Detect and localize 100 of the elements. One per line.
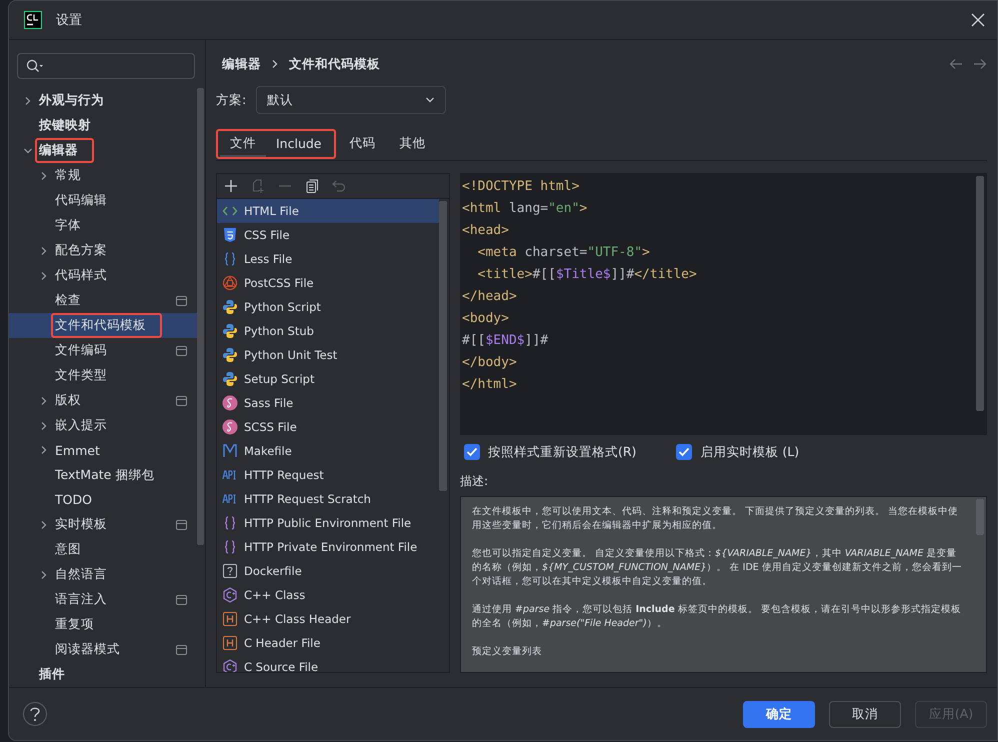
- scrollbar[interactable]: [197, 88, 204, 545]
- forward-arrow-icon[interactable]: [973, 58, 987, 70]
- sass-icon: [222, 419, 238, 435]
- template-item[interactable]: HTTP Private Environment File: [217, 535, 439, 559]
- tab[interactable]: 其他: [390, 131, 436, 157]
- template-item[interactable]: Python Unit Test: [217, 343, 439, 367]
- back-arrow-icon[interactable]: [949, 58, 963, 70]
- template-item[interactable]: Python Script: [217, 295, 439, 319]
- chevron-down-icon[interactable]: [23, 146, 33, 156]
- help-icon: [29, 706, 41, 722]
- template-item[interactable]: HTTP Public Environment File: [217, 511, 439, 535]
- checkbox[interactable]: [676, 444, 692, 460]
- tree-label: TextMate 捆绑包: [54, 466, 156, 484]
- scheme-dropdown[interactable]: 默认: [256, 86, 446, 114]
- chevron-right-icon[interactable]: [39, 246, 49, 256]
- tree-label: 嵌入提示: [54, 416, 108, 434]
- tree-label: 自然语言: [54, 565, 108, 583]
- tree-label: 配色方案: [54, 241, 108, 259]
- tree-item[interactable]: 外观与行为: [9, 88, 197, 113]
- tree-item[interactable]: 文件类型: [9, 363, 197, 388]
- tree-item[interactable]: 重复项: [9, 612, 197, 637]
- tree-label: TODO: [54, 491, 93, 510]
- tree-item[interactable]: 编辑器: [9, 138, 197, 163]
- chevron-right-icon[interactable]: [39, 420, 49, 430]
- scrollbar[interactable]: [439, 201, 447, 491]
- chevron-right-icon[interactable]: [39, 396, 49, 406]
- add-icon[interactable]: [223, 178, 239, 194]
- chevron-right-icon[interactable]: [39, 270, 49, 280]
- sass-icon: [222, 395, 238, 411]
- template-item[interactable]: Less File: [217, 247, 439, 271]
- tree-label: Emmet: [54, 442, 101, 460]
- tab[interactable]: 文件: [220, 131, 266, 157]
- close-icon[interactable]: [971, 13, 985, 27]
- tree-item[interactable]: 自然语言: [9, 562, 197, 587]
- tree-item[interactable]: 语言注入: [9, 587, 197, 612]
- tree-item[interactable]: 文件编码: [9, 338, 197, 363]
- tree-item[interactable]: 阅读器模式: [9, 637, 197, 662]
- tab[interactable]: Include: [266, 131, 332, 157]
- tree-item[interactable]: 常规: [9, 163, 197, 188]
- template-item[interactable]: Python Stub: [217, 319, 439, 343]
- template-item[interactable]: PostCSS File: [217, 271, 439, 295]
- scrollbar[interactable]: [976, 176, 984, 411]
- tree-item[interactable]: TextMate 捆绑包: [9, 462, 197, 488]
- template-item[interactable]: C Header File: [217, 631, 439, 655]
- description-paragraph: 预定义变量列表: [472, 645, 543, 659]
- template-item[interactable]: C Source File: [217, 655, 439, 672]
- tree-item[interactable]: Emmet: [9, 438, 197, 462]
- tree-item[interactable]: 嵌入提示: [9, 413, 197, 438]
- chevron-right-icon[interactable]: [39, 570, 49, 580]
- chevron-right-icon[interactable]: [23, 96, 33, 106]
- breadcrumb-item[interactable]: 文件和代码模板: [289, 56, 380, 72]
- tree-item[interactable]: 代码编辑: [9, 188, 197, 213]
- tree-item[interactable]: 代码样式: [9, 263, 197, 288]
- template-item[interactable]: Setup Script: [217, 367, 439, 391]
- tree-item[interactable]: 版权: [9, 388, 197, 413]
- tree-label: 重复项: [54, 615, 95, 633]
- tree-label: 文件类型: [54, 366, 108, 384]
- template-item[interactable]: HTTP Request: [217, 463, 439, 487]
- tree-label: 版权: [54, 391, 82, 409]
- copy-icon[interactable]: [304, 178, 320, 194]
- tree-label: 按键映射: [38, 116, 92, 134]
- tree-item[interactable]: 检查: [9, 288, 197, 313]
- tree-label: 文件编码: [54, 341, 108, 359]
- dialog-button[interactable]: 确定: [743, 700, 815, 728]
- chevron-right-icon[interactable]: [39, 445, 49, 456]
- tree-item[interactable]: 按键映射: [9, 113, 197, 138]
- tree-item[interactable]: 文件和代码模板: [9, 313, 197, 338]
- checkbox-label[interactable]: 启用实时模板 (L): [700, 444, 800, 460]
- template-item[interactable]: C++ Class: [217, 583, 439, 607]
- description-paragraph: 通过使用 #parse 指令，您可以包括 Include 标签页中的模板。 要包含模板，请在引号中以形参形式指定模板的全名（例如，#parse("File Header")）。: [472, 603, 962, 631]
- dialog-button[interactable]: 取消: [829, 700, 901, 728]
- chevron-right-icon[interactable]: [39, 520, 49, 530]
- tree-item[interactable]: TODO: [9, 488, 197, 512]
- checkbox-label[interactable]: 按照样式重新设置格式(R): [488, 444, 636, 460]
- template-item[interactable]: Dockerfile: [217, 559, 439, 583]
- tree-item[interactable]: 字体: [9, 213, 197, 238]
- tree-label: 代码编辑: [54, 191, 108, 209]
- tree-item[interactable]: 实时模板: [9, 512, 197, 537]
- template-item[interactable]: C++ Class Header: [217, 607, 439, 631]
- window-title: 设置: [56, 12, 82, 29]
- description-paragraph: 在文件模板中，您可以使用文本、代码、注释和预定义变量。 下面提供了预定义变量的列表。 当您在模板中使用这些变量时，它们稍后会在编辑器中扩展为相应的值。: [472, 505, 960, 533]
- description-paragraph: 您也可以指定自定义变量。 自定义变量使用以下格式：${VARIABLE_NAME}，其中 VARIABLE_NAME 是变量的名称（例如，${MY_CUSTOM_FUNCTION_NAME}）。 在 IDE 使用自定义变量创建新文件之前，您会看到一个对话框，您可以在其中定义模板中自定义变量的值。: [472, 547, 963, 589]
- template-item[interactable]: SCSS File: [217, 415, 439, 439]
- template-item[interactable]: HTML File: [217, 199, 439, 223]
- help-button[interactable]: [23, 702, 47, 726]
- tree-item[interactable]: 配色方案: [9, 238, 197, 263]
- template-item[interactable]: Makefile: [217, 439, 439, 463]
- breadcrumb-item[interactable]: 编辑器: [222, 56, 261, 72]
- template-item[interactable]: Sass File: [217, 391, 439, 415]
- template-item[interactable]: CSS File: [217, 223, 439, 247]
- chevron-right-icon[interactable]: [39, 170, 49, 180]
- tab[interactable]: 代码: [340, 131, 386, 157]
- tree-item[interactable]: 插件: [9, 662, 197, 687]
- search-field[interactable]: [17, 53, 195, 79]
- h-letter-icon: [222, 635, 238, 651]
- template-item[interactable]: HTTP Request Scratch: [217, 487, 439, 511]
- description-label: 描述:: [460, 473, 490, 490]
- code-editor[interactable]: <!DOCTYPE html> <html lang="en"> <head> <meta charset="UTF-8"> <title>#[[$Title$]]#</title> </head> <body> #[[$END$]]# </body> </html>: [460, 173, 987, 435]
- tree-item[interactable]: 意图: [9, 537, 197, 562]
- checkbox[interactable]: [464, 444, 480, 460]
